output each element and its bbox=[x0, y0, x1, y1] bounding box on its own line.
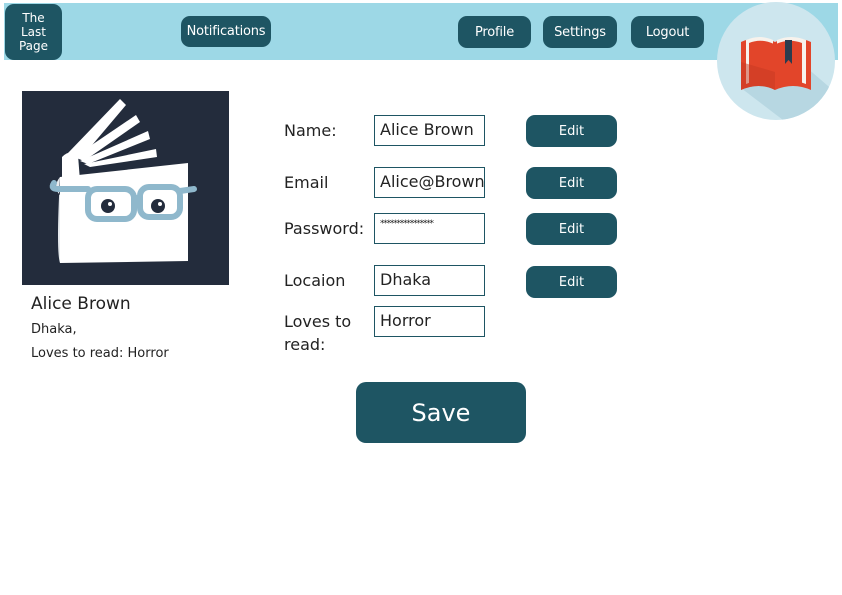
brand-line-2: Last bbox=[21, 25, 46, 39]
top-navigation-bar bbox=[4, 3, 838, 60]
loves-to-read-label: Loves to read: bbox=[284, 310, 351, 356]
profile-button[interactable]: Profile bbox=[458, 16, 531, 48]
location-label: Locaion bbox=[284, 271, 346, 290]
app-logo-badge bbox=[717, 2, 835, 120]
profile-page: The Last Page Notifications Profile Sett… bbox=[0, 0, 842, 595]
notifications-button[interactable]: Notifications bbox=[181, 16, 271, 47]
password-field[interactable]: **************** bbox=[374, 213, 485, 244]
profile-name: Alice Brown bbox=[31, 294, 131, 314]
book-with-glasses-icon bbox=[49, 99, 197, 263]
save-button[interactable]: Save bbox=[356, 382, 526, 443]
password-label: Password: bbox=[284, 219, 365, 238]
profile-favorite-genre: Loves to read: Horror bbox=[31, 346, 169, 361]
location-field[interactable]: Dhaka bbox=[374, 265, 485, 296]
logout-button[interactable]: Logout bbox=[631, 16, 704, 48]
open-book-icon bbox=[741, 37, 835, 120]
name-label: Name: bbox=[284, 121, 337, 140]
brand-line-3: Page bbox=[18, 39, 49, 53]
edit-password-button[interactable]: Edit bbox=[526, 213, 617, 245]
settings-button[interactable]: Settings bbox=[543, 16, 617, 48]
loves-to-read-field[interactable]: Horror bbox=[374, 306, 485, 337]
edit-email-button[interactable]: Edit bbox=[526, 167, 617, 199]
profile-avatar bbox=[22, 91, 229, 285]
brand-line-1: The bbox=[22, 11, 45, 25]
loves-to-read-label-line-1: Loves to bbox=[284, 312, 352, 331]
name-field[interactable]: Alice Brown bbox=[374, 115, 485, 146]
email-label: Email bbox=[284, 173, 329, 192]
email-field[interactable]: Alice@Brown bbox=[374, 167, 485, 198]
edit-name-button[interactable]: Edit bbox=[526, 115, 617, 147]
edit-location-button[interactable]: Edit bbox=[526, 266, 617, 298]
brand-logo-button[interactable]: The Last Page bbox=[5, 4, 62, 60]
loves-to-read-label-line-2: read: bbox=[284, 335, 326, 354]
profile-city: Dhaka, bbox=[31, 322, 77, 337]
